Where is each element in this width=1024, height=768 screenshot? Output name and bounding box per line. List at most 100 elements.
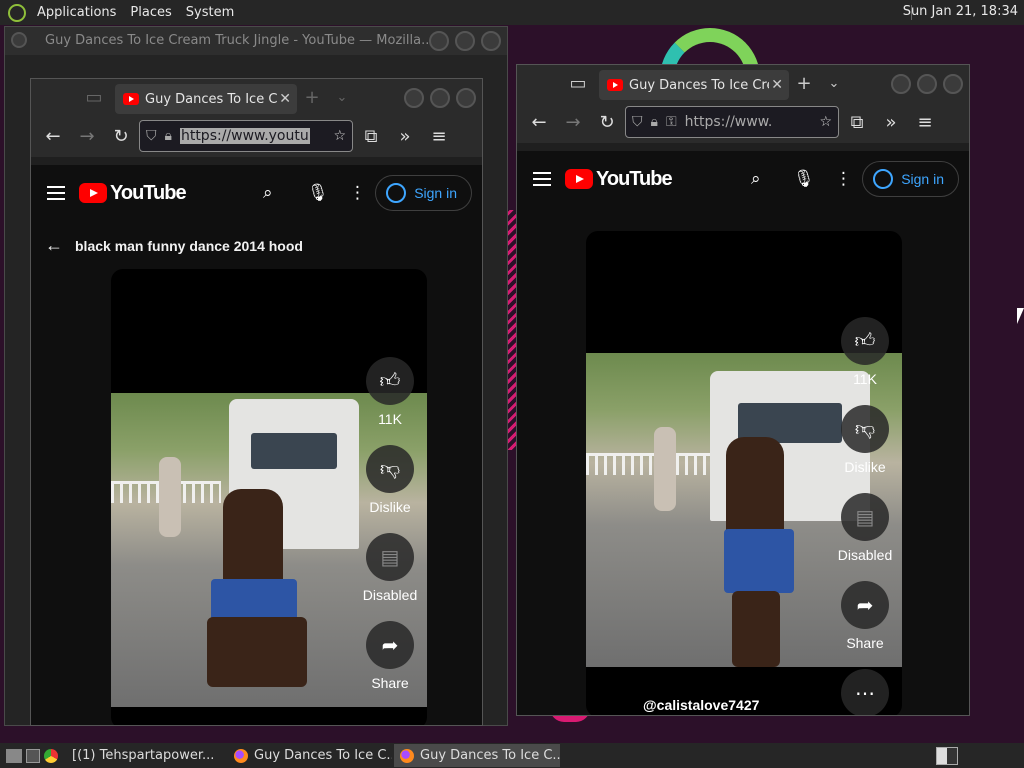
minimize-button[interactable] (404, 88, 424, 108)
app-menu-icon[interactable]: ≡ (909, 106, 941, 138)
forward-button[interactable]: → (557, 106, 589, 138)
close-tab-icon[interactable]: ✕ (277, 91, 291, 107)
youtube-logo[interactable]: YouTube (79, 181, 187, 205)
workspace-switcher[interactable] (936, 747, 958, 765)
more-options-icon[interactable]: ⋮ (349, 183, 366, 203)
fence (586, 453, 716, 475)
bookmark-star-icon[interactable]: ☆ (819, 114, 832, 130)
permissions-icon[interactable]: ⚿ (666, 114, 677, 130)
url-bar[interactable]: ⛉ 🔒︎ ⚿ https://www. ☆ (625, 106, 839, 138)
left-tabbar[interactable]: ▭ Guy Dances To Ice Cre ✕ + ⌄ (31, 79, 482, 115)
taskbar-item-firefox-2[interactable]: Guy Dances To Ice C... (394, 744, 560, 767)
more-options-icon[interactable]: ⋮ (835, 169, 852, 189)
menu-places[interactable]: Places (123, 5, 178, 20)
overflow-chevron-icon[interactable]: » (389, 120, 421, 152)
forward-button[interactable]: → (71, 120, 103, 152)
lock-icon[interactable]: 🔒︎ (165, 128, 172, 144)
share-icon[interactable]: ➦ (366, 621, 414, 669)
share-action[interactable]: ➦ Share (362, 621, 418, 691)
show-desktop-icon[interactable] (6, 748, 22, 763)
left-tab-youtube[interactable]: Guy Dances To Ice Cre ✕ (115, 84, 297, 114)
background-window-titlebar[interactable]: Guy Dances To Ice Cream Truck Jingle - Y… (5, 27, 507, 55)
maximize-button[interactable] (430, 88, 450, 108)
maximize-button[interactable] (917, 74, 937, 94)
thumbs-down-icon[interactable]: 👎︎ (841, 405, 889, 453)
search-icon[interactable]: ⌕ (751, 169, 761, 189)
extensions-icon[interactable]: ⧉ (841, 106, 873, 138)
reload-button[interactable]: ↻ (591, 106, 623, 138)
tab-list-button[interactable]: ⌄ (327, 90, 357, 105)
close-button[interactable] (943, 74, 963, 94)
share-icon[interactable]: ➦ (841, 581, 889, 629)
back-arrow-icon[interactable]: ← (45, 235, 63, 256)
new-tab-button[interactable]: + (297, 87, 327, 108)
like-count: 11K (378, 411, 402, 427)
comments-action[interactable]: ▤ Disabled (362, 533, 418, 603)
close-button[interactable] (481, 31, 501, 51)
overflow-chevron-icon[interactable]: » (875, 106, 907, 138)
tab-overview-icon[interactable]: ▭ (79, 87, 109, 108)
thumbs-down-icon[interactable]: 👎︎ (366, 445, 414, 493)
url-bar[interactable]: ⛉ 🔒︎ https://www.youtu ☆ (139, 120, 353, 152)
distro-logo-icon[interactable] (8, 3, 26, 22)
extensions-icon[interactable]: ⧉ (355, 120, 387, 152)
sign-in-button[interactable]: Sign in (862, 161, 959, 197)
more-actions[interactable]: ⋯ (837, 669, 893, 715)
menu-system[interactable]: System (179, 5, 241, 20)
url-text[interactable]: https://www. (685, 114, 773, 130)
url-text[interactable]: https://www.youtu (179, 128, 310, 144)
thumbs-up-icon[interactable]: 👍︎ (366, 357, 414, 405)
shield-icon[interactable]: ⛉ (632, 114, 643, 130)
comment-icon[interactable]: ▤ (841, 493, 889, 541)
youtube-logo[interactable]: YouTube (565, 168, 673, 191)
microphone-icon[interactable]: 🎙︎ (793, 169, 815, 189)
taskbar-item-label: Guy Dances To Ice C... (420, 748, 560, 763)
minimize-button[interactable] (891, 74, 911, 94)
left-navbar: ← → ↻ ⛉ 🔒︎ https://www.youtu ☆ ⧉ » ≡ (31, 115, 482, 157)
left-browser-window[interactable]: ▭ Guy Dances To Ice Cre ✕ + ⌄ ← → ↻ ⛉ 🔒︎… (30, 78, 483, 726)
close-tab-icon[interactable]: ✕ (769, 77, 783, 93)
tab-overview-icon[interactable]: ▭ (563, 73, 593, 94)
shield-icon[interactable]: ⛉ (146, 128, 157, 144)
taskbar-item-firefox-1[interactable]: Guy Dances To Ice C... (228, 744, 392, 767)
new-tab-button[interactable]: + (789, 73, 819, 94)
right-tabbar[interactable]: ▭ Guy Dances To Ice Crea ✕ + ⌄ (517, 65, 969, 101)
share-action[interactable]: ➦ Share (837, 581, 893, 651)
dislike-action[interactable]: 👎︎ Dislike (362, 445, 418, 515)
clock[interactable]: Sun Jan 21, 18:34 (903, 4, 1018, 19)
menu-applications[interactable]: Applications (30, 5, 123, 20)
hamburger-menu-icon[interactable] (47, 186, 65, 200)
thumbs-up-icon[interactable]: 👍︎ (841, 317, 889, 365)
comment-icon[interactable]: ▤ (366, 533, 414, 581)
window-menu-icon[interactable] (11, 32, 27, 48)
share-label: Share (846, 635, 884, 651)
tab-list-button[interactable]: ⌄ (819, 76, 849, 91)
sign-in-button[interactable]: Sign in (375, 175, 472, 211)
like-action[interactable]: 👍︎ 11K (362, 357, 418, 427)
right-tab-youtube[interactable]: Guy Dances To Ice Crea ✕ (599, 70, 789, 100)
right-browser-window[interactable]: ▭ Guy Dances To Ice Crea ✕ + ⌄ ← → ↻ ⛉ 🔒… (516, 64, 970, 716)
more-horizontal-icon[interactable]: ⋯ (841, 669, 889, 715)
youtube-logo-text: YouTube (110, 181, 187, 204)
dislike-action[interactable]: 👎︎ Dislike (837, 405, 893, 475)
taskbar-item-label: Guy Dances To Ice C... (254, 748, 392, 763)
microphone-icon[interactable]: 🎙︎ (307, 183, 329, 203)
lock-icon[interactable]: 🔒︎ (651, 114, 658, 130)
like-action[interactable]: 👍︎ 11K (837, 317, 893, 387)
back-button[interactable]: ← (37, 120, 69, 152)
channel-handle[interactable]: @calistalove7427 (643, 697, 759, 713)
chrome-launcher-icon[interactable] (44, 748, 58, 763)
taskbar-item-chrome[interactable]: [(1) Tehspartapower... (66, 744, 226, 767)
minimize-button[interactable] (429, 31, 449, 51)
comments-action[interactable]: ▤ Disabled (837, 493, 893, 563)
terminal-launcher-icon[interactable] (26, 748, 40, 763)
search-icon[interactable]: ⌕ (263, 183, 273, 203)
shorts-header: ← black man funny dance 2014 hood (45, 235, 303, 256)
back-button[interactable]: ← (523, 106, 555, 138)
app-menu-icon[interactable]: ≡ (423, 120, 455, 152)
hamburger-menu-icon[interactable] (533, 172, 551, 186)
maximize-button[interactable] (455, 31, 475, 51)
bookmark-star-icon[interactable]: ☆ (333, 128, 346, 144)
reload-button[interactable]: ↻ (105, 120, 137, 152)
close-button[interactable] (456, 88, 476, 108)
